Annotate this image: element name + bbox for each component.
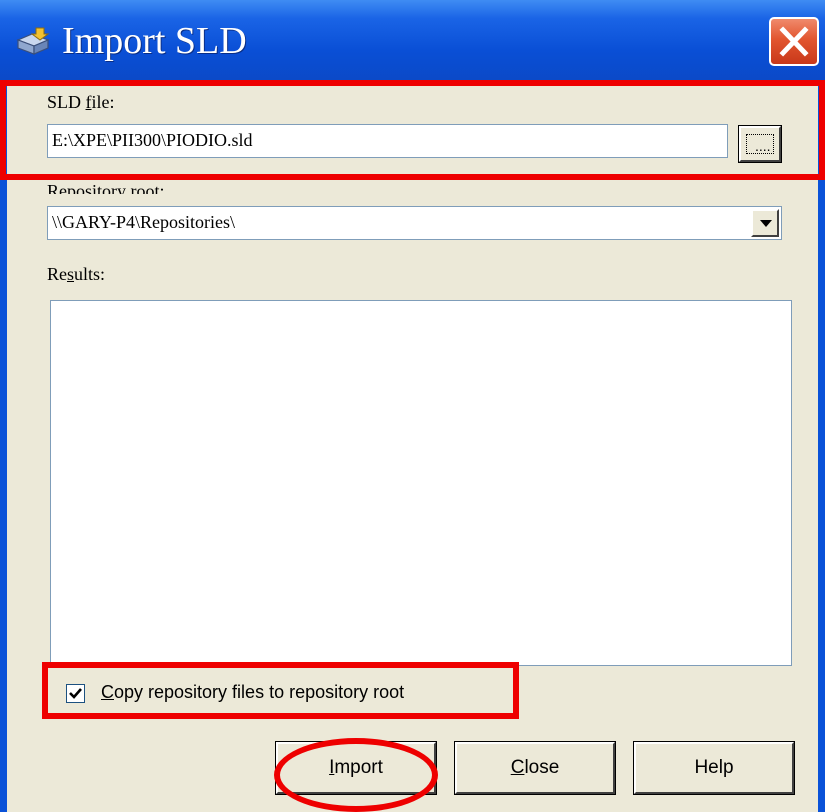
annotation-highlight-sld-file <box>0 80 825 180</box>
title-bar[interactable]: Import SLD <box>0 0 825 84</box>
repository-root-combobox[interactable]: \\GARY-P4\Repositories\ <box>47 206 782 240</box>
close-icon <box>779 26 809 57</box>
dropdown-button[interactable] <box>751 209 779 237</box>
close-button[interactable]: Close <box>454 741 616 795</box>
results-textbox[interactable] <box>50 300 792 666</box>
chevron-down-icon <box>760 220 772 227</box>
results-label: Results: <box>47 264 106 284</box>
repository-root-value: \\GARY-P4\Repositories\ <box>52 212 236 232</box>
import-sld-dialog: Import SLD SLD file: E:\XPE\PII300\PIODI… <box>0 0 825 812</box>
window-title: Import SLD <box>62 20 247 62</box>
annotation-highlight-copy-option <box>42 662 519 719</box>
annotation-circle-import <box>274 738 438 812</box>
close-window-button[interactable] <box>769 17 819 66</box>
import-sld-icon <box>16 27 50 55</box>
help-button[interactable]: Help <box>633 741 795 795</box>
